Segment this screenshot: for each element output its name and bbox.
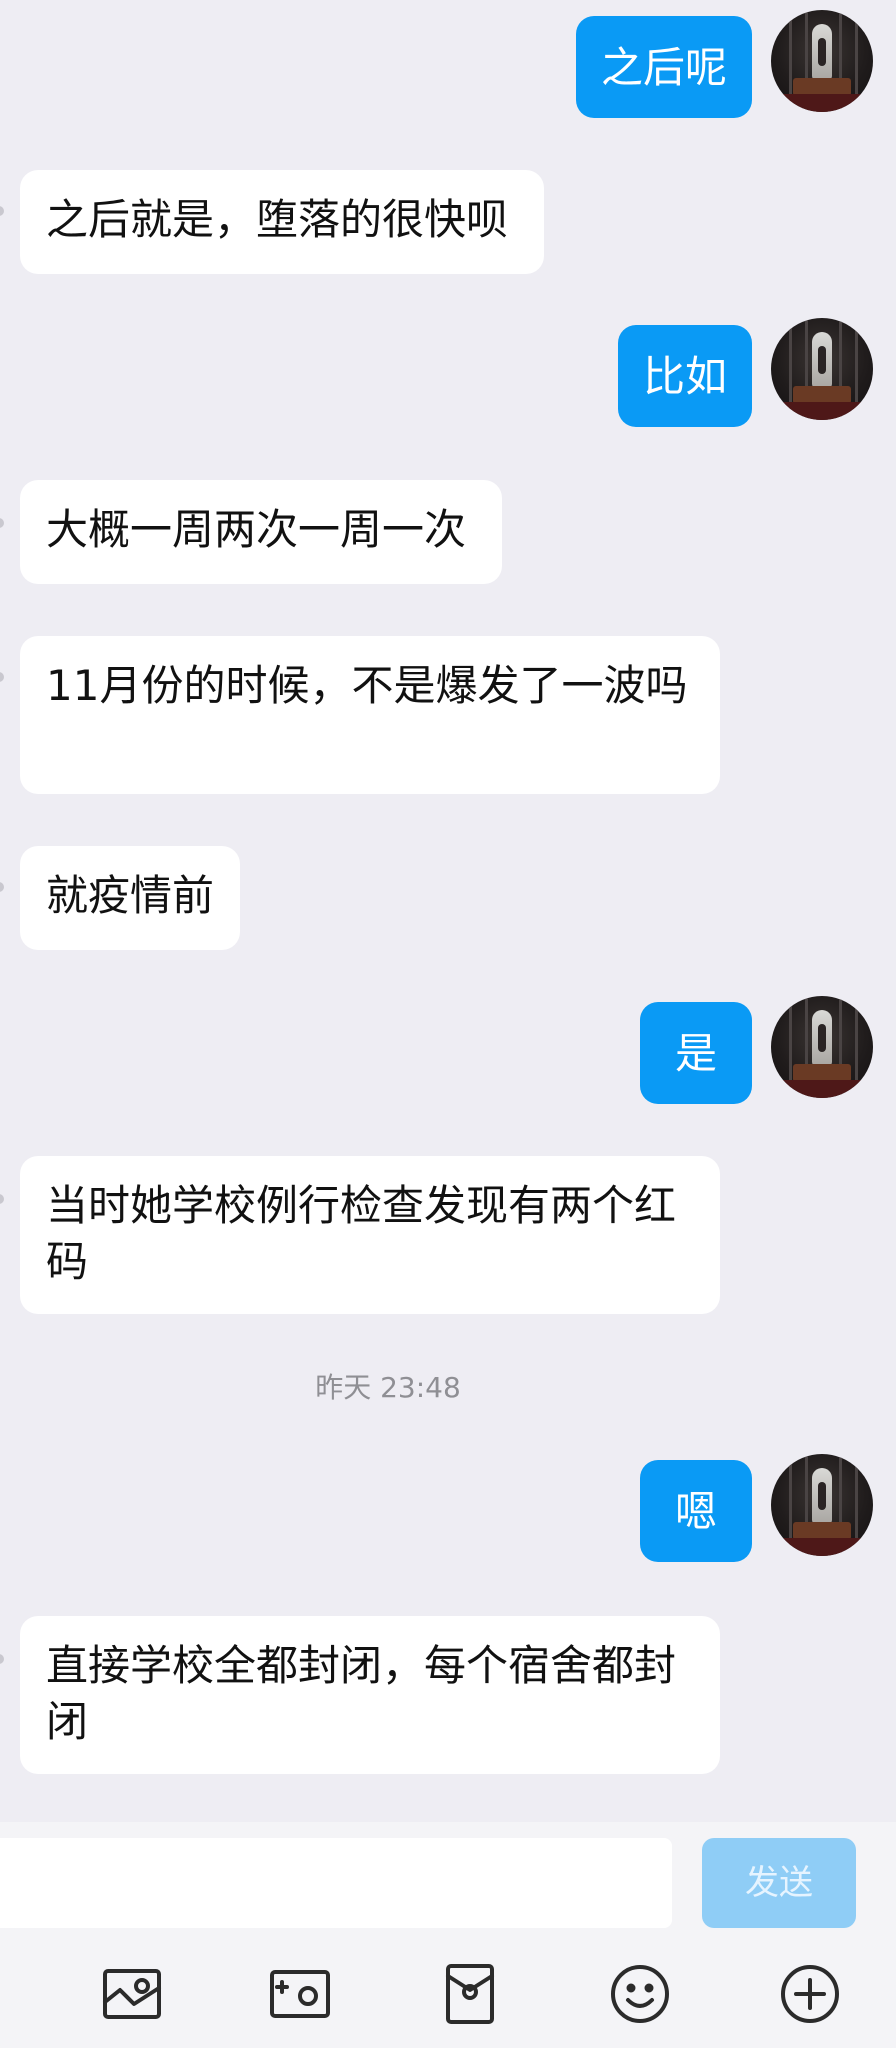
- message-bubble-incoming[interactable]: 大概一周两次一周一次: [20, 480, 502, 584]
- message-text: 直接学校全都封闭，每个宿舍都封闭: [46, 1641, 677, 1746]
- message-bubble-outgoing[interactable]: 嗯: [640, 1460, 752, 1562]
- input-bar: 发送: [0, 1822, 896, 2048]
- message-input[interactable]: [0, 1838, 672, 1928]
- message-text: 比如: [642, 352, 727, 401]
- emoji-button[interactable]: [608, 1962, 672, 2026]
- message-text: 嗯: [674, 1487, 717, 1536]
- send-button[interactable]: 发送: [702, 1838, 856, 1928]
- contact-avatar-edge: [0, 1194, 4, 1204]
- contact-avatar-edge: [0, 882, 4, 892]
- image-icon: [103, 1969, 161, 2019]
- plus-icon: [781, 1965, 839, 2023]
- message-text: 当时她学校例行检查发现有两个红码: [46, 1181, 677, 1286]
- user-avatar[interactable]: [771, 10, 873, 112]
- user-avatar[interactable]: [771, 1454, 873, 1556]
- message-bubble-incoming[interactable]: 当时她学校例行检查发现有两个红码: [20, 1156, 720, 1314]
- emoji-icon: [611, 1965, 669, 2023]
- message-bubble-outgoing[interactable]: 比如: [618, 325, 752, 427]
- message-text: 是: [674, 1029, 717, 1078]
- message-text: 之后就是，堕落的很快呗: [46, 195, 509, 244]
- timestamp: 昨天 23:48: [315, 1371, 461, 1404]
- image-button[interactable]: [100, 1962, 164, 2026]
- chat-area: 之后呢 之后就是，堕落的很快呗 比如 大概一周两次一周一次 11月份的时候，不是…: [0, 0, 896, 1822]
- message-bubble-incoming[interactable]: 直接学校全都封闭，每个宿舍都封闭: [20, 1616, 720, 1774]
- plus-button[interactable]: [778, 1962, 842, 2026]
- message-bubble-incoming[interactable]: 11月份的时候，不是爆发了一波吗: [20, 636, 720, 794]
- message-text: 大概一周两次一周一次: [46, 505, 467, 554]
- message-text: 就疫情前: [46, 871, 215, 920]
- red-envelope-button[interactable]: [438, 1962, 502, 2026]
- contact-avatar-edge: [0, 518, 4, 528]
- user-avatar[interactable]: [771, 996, 873, 1098]
- contact-avatar-edge: [0, 206, 4, 216]
- red-envelope-icon: [446, 1964, 494, 2024]
- message-bubble-incoming[interactable]: 就疫情前: [20, 846, 240, 950]
- contact-avatar-edge: [0, 1654, 4, 1664]
- contact-avatar-edge: [0, 672, 4, 682]
- message-bubble-outgoing[interactable]: 之后呢: [576, 16, 752, 118]
- user-avatar[interactable]: [771, 318, 873, 420]
- message-text: 11月份的时候，不是爆发了一波吗: [46, 661, 688, 710]
- camera-icon: [270, 1970, 330, 2018]
- message-bubble-incoming[interactable]: 之后就是，堕落的很快呗: [20, 170, 544, 274]
- message-text: 之后呢: [600, 43, 727, 92]
- message-bubble-outgoing[interactable]: 是: [640, 1002, 752, 1104]
- camera-button[interactable]: [268, 1962, 332, 2026]
